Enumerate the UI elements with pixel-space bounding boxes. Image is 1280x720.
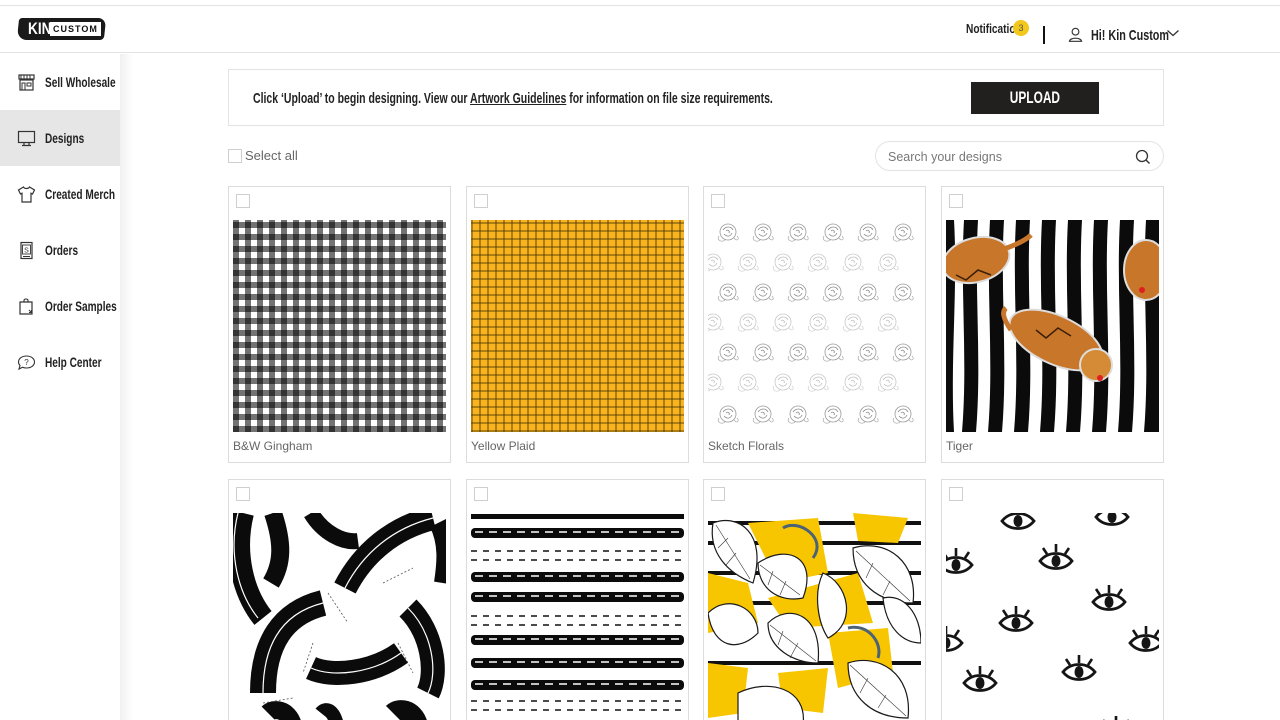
thick-scalloped-lines [471,514,684,720]
design-thumbnail-eyes[interactable] [946,513,1159,720]
sidebar-item-label: Designs [45,130,84,146]
design-card[interactable] [466,479,689,720]
design-thumbnail-gingham[interactable] [233,220,446,432]
design-select-checkbox[interactable] [236,194,250,208]
design-name: Yellow Plaid [471,439,535,453]
upload-button-label: UPLOAD [1010,88,1060,108]
header-divider [1043,26,1045,44]
design-card[interactable] [703,479,926,720]
eye-motifs [946,513,1159,720]
receipt-icon: S [17,241,36,260]
banner-text-after: for information on file size requirement… [566,90,773,107]
design-card[interactable]: Yellow Plaid [466,186,689,463]
storefront-icon [17,73,36,92]
sidebar-item-label: Orders [45,242,78,258]
eyes-pattern [946,513,1159,720]
yellow-leaves-pattern [708,513,921,720]
search-icon[interactable] [1135,149,1151,165]
sidebar-item-label: Order Samples [45,298,117,314]
design-select-checkbox[interactable] [949,194,963,208]
sidebar-item-label: Sell Wholesale [45,74,116,90]
tshirt-icon [17,185,36,204]
design-card[interactable] [941,479,1164,720]
design-select-checkbox[interactable] [711,194,725,208]
top-header: KIN CUSTOM Notifications 3 Hi! Kin Custo… [0,6,1280,53]
logo-kin-text: KIN [28,18,51,40]
monitor-icon [17,129,36,148]
sketch-florals-pattern [708,220,921,432]
banner-message: Click ‘Upload’ to begin designing. View … [253,90,773,107]
kin-custom-logo[interactable]: KIN CUSTOM [18,15,105,43]
notifications-count-badge: 3 [1013,20,1029,36]
sidebar-item-label: Help Center [45,354,102,370]
upload-button[interactable]: UPLOAD [971,82,1099,114]
artwork-guidelines-link[interactable]: Artwork Guidelines [470,90,566,107]
upload-banner: Click ‘Upload’ to begin designing. View … [228,69,1164,126]
chevron-down-icon[interactable] [1166,28,1180,38]
design-select-checkbox[interactable] [474,487,488,501]
tiger-pattern [946,220,1159,432]
design-card[interactable]: Sketch Florals [703,186,926,463]
sidebar-item-label: Created Merch [45,186,115,202]
sidebar-edge-shadow [120,54,134,720]
design-thumbnail-black-arcs[interactable] [233,513,446,720]
design-name: Tiger [946,439,973,453]
user-icon[interactable] [1068,27,1083,42]
floral-motifs [708,224,913,423]
sidebar: Sell Wholesale Designs Created Merch S [0,54,120,720]
arc-shapes [234,513,445,720]
search-bar [875,141,1164,171]
select-all-control[interactable]: Select all [228,148,298,163]
design-select-checkbox[interactable] [474,194,488,208]
help-bubble-icon: ? [17,353,36,372]
sidebar-item-sell-wholesale[interactable]: Sell Wholesale [0,54,120,110]
svg-text:?: ? [24,358,29,367]
sidebar-item-created-merch[interactable]: Created Merch [0,166,120,222]
design-select-checkbox[interactable] [711,487,725,501]
design-card[interactable]: B&W Gingham [228,186,451,463]
design-select-checkbox[interactable] [949,487,963,501]
design-thumbnail-sketch-florals[interactable] [708,220,921,432]
sidebar-item-help-center[interactable]: ? Help Center [0,334,120,390]
shopping-bag-icon [17,297,36,316]
design-name: Sketch Florals [708,439,784,453]
design-thumbnail-plaid[interactable] [471,220,684,432]
stitch-lines-pattern [471,513,684,720]
select-all-checkbox[interactable] [228,149,242,163]
design-thumbnail-yellow-leaves[interactable] [708,513,921,720]
search-input[interactable] [888,148,1128,166]
design-card[interactable] [228,479,451,720]
sidebar-item-orders[interactable]: S Orders [0,222,120,278]
logo-custom-text: CUSTOM [50,22,101,36]
svg-text:S: S [24,247,29,254]
select-all-label: Select all [245,148,298,163]
design-thumbnail-stitch-lines[interactable] [471,513,684,720]
design-name: B&W Gingham [233,439,312,453]
design-card[interactable]: Tiger [941,186,1164,463]
design-select-checkbox[interactable] [236,487,250,501]
black-arcs-pattern [233,513,446,720]
design-thumbnail-tiger[interactable] [946,220,1159,432]
sidebar-item-designs[interactable]: Designs [0,110,120,166]
user-menu-name[interactable]: Hi! Kin Custom [1091,27,1169,44]
sidebar-item-order-samples[interactable]: Order Samples [0,278,120,334]
banner-text-before: Click ‘Upload’ to begin designing. View … [253,90,470,107]
